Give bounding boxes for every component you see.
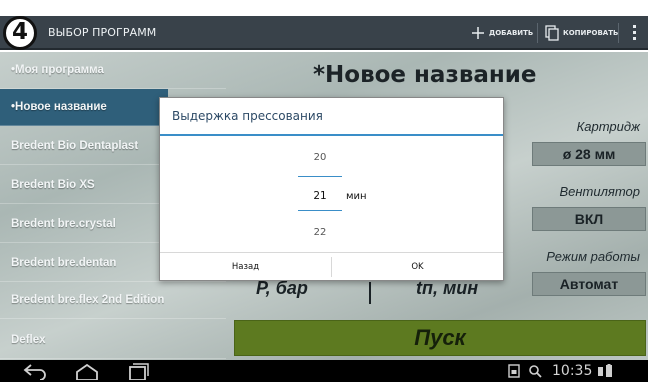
- program-list-item[interactable]: •Моя программа: [0, 52, 226, 89]
- recent-apps-icon[interactable]: [124, 362, 150, 380]
- column-divider: [369, 282, 371, 304]
- cartridge-value-button[interactable]: ø 28 мм: [532, 142, 646, 166]
- fan-label: Вентилятор: [559, 184, 640, 199]
- dialog-title: Выдержка прессования: [172, 109, 323, 123]
- copy-icon: [545, 25, 559, 41]
- back-nav-icon[interactable]: [22, 362, 48, 380]
- mode-label: Режим работы: [546, 249, 640, 264]
- status-clock: 10:35: [552, 363, 593, 379]
- time-column-header: tп, мин: [416, 278, 479, 298]
- picker-previous-value[interactable]: 20: [298, 152, 342, 163]
- hold-time-picker-dialog: Выдержка прессования 20 21 22 мин Назад …: [159, 97, 504, 281]
- dialog-title-divider: [160, 134, 503, 136]
- search-icon: [529, 365, 542, 378]
- program-name-heading: *Новое название: [313, 62, 537, 88]
- program-list-item[interactable]: Bredent bre.flex 2nd Edition: [0, 282, 226, 319]
- battery-icon: [598, 364, 613, 377]
- picker-next-value[interactable]: 22: [298, 227, 342, 238]
- add-button-label: ДОБАВИТЬ: [489, 29, 534, 37]
- program-list-item-selected[interactable]: •Новое название: [0, 89, 168, 126]
- parameter-column-headers: P, бар tп, мин: [256, 278, 496, 306]
- status-icons: 10:35: [508, 363, 614, 379]
- screenshot-icon: [508, 364, 520, 378]
- picker-selection-line: [298, 176, 342, 177]
- plus-icon: [472, 27, 484, 39]
- start-button[interactable]: Пуск: [234, 320, 646, 356]
- copy-button[interactable]: КОПИРОВАТЬ: [545, 23, 618, 43]
- picker-current-value[interactable]: 21: [298, 190, 342, 202]
- copy-button-label: КОПИРОВАТЬ: [563, 29, 619, 37]
- app-screen: 4 ВЫБОР ПРОГРАММ ДОБАВИТЬ КОПИРОВАТЬ •Мо…: [0, 0, 648, 382]
- page-title: ВЫБОР ПРОГРАММ: [48, 26, 157, 39]
- action-separator: [537, 23, 538, 43]
- back-button[interactable]: Назад: [160, 253, 331, 281]
- pressure-column-header: P, бар: [256, 278, 308, 298]
- ok-button[interactable]: OK: [332, 253, 503, 281]
- step-number-badge: 4: [3, 16, 37, 50]
- overflow-menu-icon[interactable]: [628, 22, 640, 44]
- system-navigation-bar: 10:35: [0, 360, 648, 382]
- picker-selection-line: [298, 210, 342, 211]
- program-list-item[interactable]: Deflex: [0, 322, 226, 359]
- action-bar: ВЫБОР ПРОГРАММ ДОБАВИТЬ КОПИРОВАТЬ: [0, 16, 648, 50]
- action-separator: [618, 23, 619, 43]
- fan-toggle-button[interactable]: ВКЛ: [532, 207, 646, 231]
- add-button[interactable]: ДОБАВИТЬ: [470, 23, 533, 43]
- dialog-button-row: Назад OK: [160, 252, 503, 280]
- home-nav-icon[interactable]: [74, 362, 100, 380]
- mode-select-button[interactable]: Автомат: [532, 272, 646, 296]
- cartridge-label: Картридж: [576, 119, 640, 134]
- picker-unit-label: мин: [346, 191, 367, 202]
